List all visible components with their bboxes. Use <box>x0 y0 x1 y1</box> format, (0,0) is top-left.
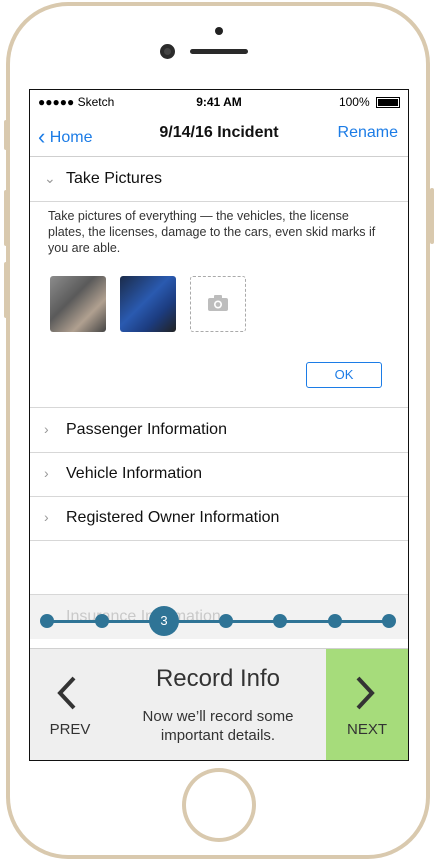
power-button <box>430 188 434 244</box>
front-camera-icon <box>160 44 175 59</box>
step-dot[interactable] <box>382 614 396 628</box>
section-label: Take Pictures <box>66 170 163 187</box>
step-dot[interactable] <box>328 614 342 628</box>
rename-button[interactable]: Rename <box>338 124 398 142</box>
instructions-text: Take pictures of everything — the vehicl… <box>48 209 376 255</box>
section-registered-owner[interactable]: › Registered Owner Information <box>30 496 408 541</box>
wizard-footer: PREV Record Info Now we’ll record some i… <box>30 648 408 760</box>
step-dot[interactable] <box>95 614 109 628</box>
speaker <box>190 49 248 54</box>
side-button <box>4 120 8 150</box>
photo-thumbnail[interactable] <box>120 276 176 332</box>
step-dot[interactable] <box>40 614 54 628</box>
current-step[interactable]: 3 <box>149 606 179 636</box>
section-label: Vehicle Information <box>66 465 203 482</box>
chevron-left-icon <box>57 676 76 710</box>
take-pictures-panel: Take pictures of everything — the vehicl… <box>30 202 408 408</box>
navigation-bar: ‹ Home 9/14/16 Incident Rename <box>30 112 408 157</box>
section-take-pictures[interactable]: ⌄ Take Pictures <box>30 157 408 202</box>
battery-percent: 100% <box>338 95 370 109</box>
chevron-down-icon: ⌄ <box>44 170 56 186</box>
next-button[interactable]: NEXT <box>326 649 408 760</box>
section-vehicle-information[interactable]: › Vehicle Information <box>30 452 408 497</box>
screen: ●●●●● Sketch 9:41 AM 100% ‹ Home 9/14/16… <box>29 89 409 761</box>
section-label: Insurance Information <box>66 608 221 625</box>
step-dot[interactable] <box>273 614 287 628</box>
status-bar: ●●●●● Sketch 9:41 AM 100% <box>30 90 408 112</box>
camera-icon <box>208 295 228 311</box>
next-label: NEXT <box>346 721 387 738</box>
volume-down-button <box>4 262 8 318</box>
sensor <box>215 27 223 35</box>
home-button[interactable] <box>182 768 256 842</box>
battery-status: 100% <box>339 95 400 109</box>
step-title: Record Info <box>155 665 281 692</box>
chevron-right-icon: › <box>44 465 49 481</box>
photo-thumbnail[interactable] <box>50 276 106 332</box>
chevron-right-icon: › <box>44 509 49 525</box>
chevron-right-icon <box>356 676 375 710</box>
prev-button[interactable]: PREV <box>30 649 110 760</box>
battery-icon <box>376 97 400 109</box>
section-label: Registered Owner Information <box>66 509 280 526</box>
section-label: Passenger Information <box>66 421 227 438</box>
step-dot[interactable] <box>219 614 233 628</box>
ok-button[interactable]: OK <box>306 362 382 388</box>
step-subtitle: Now we’ll record some important details. <box>142 708 294 744</box>
prev-label: PREV <box>49 721 91 738</box>
step-info: Record Info Now we’ll record some import… <box>110 649 326 760</box>
chevron-right-icon: › <box>44 421 49 437</box>
volume-up-button <box>4 190 8 246</box>
section-passenger-information[interactable]: › Passenger Information <box>30 408 408 453</box>
add-photo-button[interactable] <box>190 276 246 332</box>
